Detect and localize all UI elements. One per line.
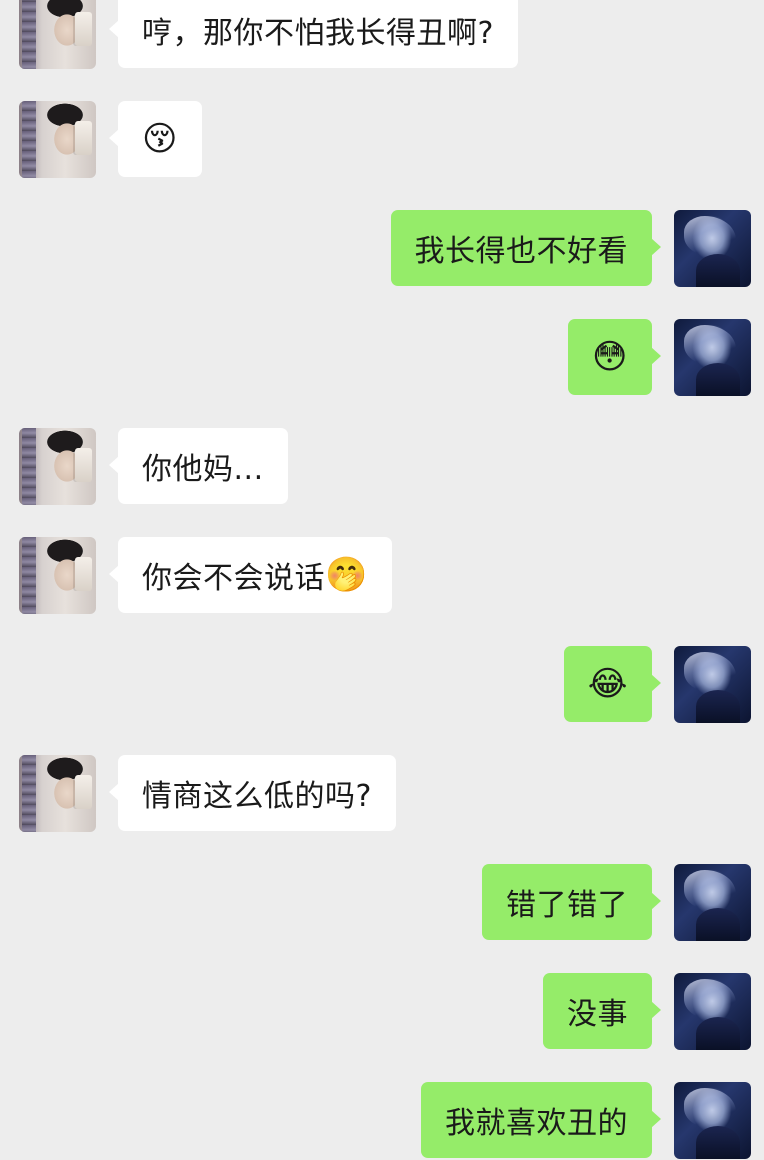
message-text: 情商这么低的吗? bbox=[142, 779, 372, 814]
message-text: 你他妈... bbox=[142, 452, 264, 487]
message-bubble-outgoing[interactable]: 错了错了 bbox=[482, 864, 661, 940]
message-row-outgoing: 没事 bbox=[0, 973, 764, 1051]
message-row-incoming: 情商这么低的吗? bbox=[0, 755, 764, 833]
message-text: 你会不会说话 bbox=[142, 561, 325, 596]
message-text: 我就喜欢丑的 bbox=[445, 1106, 628, 1141]
message-row-incoming: 你会不会说话 🤭 bbox=[0, 537, 764, 615]
message-row-outgoing: 😂 bbox=[0, 646, 764, 724]
message-bubble-incoming[interactable]: 你会不会说话 🤭 bbox=[109, 537, 392, 613]
message-row-incoming: 哼，那你不怕我长得丑啊? bbox=[0, 0, 764, 70]
message-bubble-incoming[interactable]: 哼，那你不怕我长得丑啊? bbox=[109, 0, 518, 68]
my-avatar[interactable] bbox=[674, 973, 751, 1050]
tears-of-joy-emoji-icon: 😂 bbox=[587, 664, 628, 704]
contact-avatar[interactable] bbox=[19, 537, 96, 614]
my-avatar[interactable] bbox=[674, 646, 751, 723]
message-text: 没事 bbox=[567, 997, 628, 1032]
message-text: 我长得也不好看 bbox=[414, 234, 628, 269]
message-row-outgoing: 错了错了 bbox=[0, 864, 764, 942]
message-bubble-outgoing[interactable]: 😂 bbox=[563, 646, 662, 722]
message-bubble-incoming[interactable]: 情商这么低的吗? bbox=[109, 755, 396, 831]
contact-avatar[interactable] bbox=[19, 755, 96, 832]
message-bubble-incoming[interactable]: 你他妈... bbox=[109, 428, 288, 504]
my-avatar[interactable] bbox=[674, 210, 751, 287]
message-row-outgoing: 我就喜欢丑的 bbox=[0, 1082, 764, 1160]
laughing-crying-face-emoji-icon: 🤭 bbox=[325, 555, 368, 595]
flushed-face-emoji-icon: 😳 bbox=[592, 337, 628, 377]
my-avatar[interactable] bbox=[674, 319, 751, 396]
kissing-face-emoji-icon: 😚 bbox=[142, 119, 178, 159]
contact-avatar[interactable] bbox=[19, 428, 96, 505]
message-row-outgoing: 😳 bbox=[0, 319, 764, 397]
message-bubble-outgoing[interactable]: 我就喜欢丑的 bbox=[421, 1082, 661, 1158]
my-avatar[interactable] bbox=[674, 864, 751, 941]
my-avatar[interactable] bbox=[674, 1082, 751, 1159]
message-text: 哼，那你不怕我长得丑啊? bbox=[142, 16, 494, 51]
message-bubble-outgoing[interactable]: 我长得也不好看 bbox=[390, 210, 661, 286]
contact-avatar[interactable] bbox=[19, 101, 96, 178]
contact-avatar[interactable] bbox=[19, 0, 96, 69]
message-text: 错了错了 bbox=[506, 888, 628, 923]
chat-message-list[interactable]: 哼，那你不怕我长得丑啊? 😚 我长得也不好看 😳 你他妈... 你会不会说话 🤭… bbox=[0, 0, 764, 1159]
message-bubble-incoming[interactable]: 😚 bbox=[109, 101, 202, 177]
message-row-incoming: 😚 bbox=[0, 101, 764, 179]
message-row-outgoing: 我长得也不好看 bbox=[0, 210, 764, 288]
message-bubble-outgoing[interactable]: 没事 bbox=[543, 973, 661, 1049]
message-row-incoming: 你他妈... bbox=[0, 428, 764, 506]
message-bubble-outgoing[interactable]: 😳 bbox=[568, 319, 661, 395]
